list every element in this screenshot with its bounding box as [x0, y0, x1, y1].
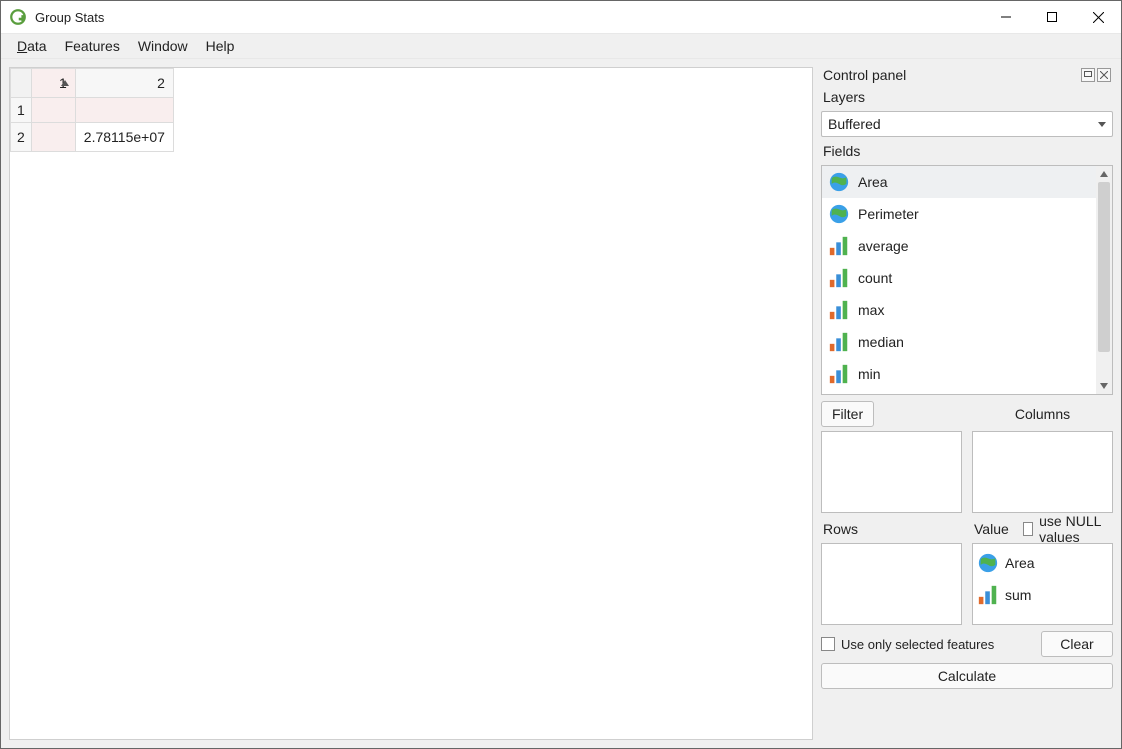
scroll-down-button[interactable]	[1096, 378, 1112, 394]
cell-2-1[interactable]	[31, 123, 75, 152]
menu-window[interactable]: Window	[130, 35, 196, 57]
panel-close-button[interactable]	[1097, 68, 1111, 82]
field-label: min	[858, 366, 881, 382]
window-frame: Group Stats Data Features Window Help 1 …	[0, 0, 1122, 749]
bar-chart-icon	[977, 584, 999, 606]
field-label: count	[858, 270, 892, 286]
filter-dropbox[interactable]	[821, 431, 962, 513]
cell-1-2[interactable]	[75, 98, 173, 123]
qgis-icon	[9, 8, 27, 26]
columns-dropbox[interactable]	[972, 431, 1113, 513]
row-header-2[interactable]: 2	[11, 123, 32, 152]
menu-data[interactable]: Data	[9, 35, 55, 57]
results-table-container: 1 2 1 2 2.78115e+07	[9, 67, 813, 740]
value-item-sum[interactable]: sum	[977, 580, 1108, 610]
value-label: Value	[972, 521, 1011, 537]
layers-label: Layers	[821, 89, 1113, 105]
filter-columns-row: Filter Columns	[821, 401, 1113, 513]
field-item-average[interactable]: average	[822, 230, 1096, 262]
fields-label: Fields	[821, 143, 1113, 159]
titlebar: Group Stats	[1, 1, 1121, 33]
field-item-area[interactable]: Area	[822, 166, 1096, 198]
rows-label: Rows	[821, 521, 860, 537]
close-button[interactable]	[1075, 2, 1121, 32]
globe-icon	[977, 552, 999, 574]
table-row: 2 2.78115e+07	[11, 123, 174, 152]
window-title: Group Stats	[35, 10, 104, 25]
panel-header: Control panel	[821, 67, 1113, 83]
menu-features[interactable]: Features	[57, 35, 128, 57]
results-table: 1 2 1 2 2.78115e+07	[10, 68, 174, 152]
use-null-label: use NULL values	[1039, 513, 1113, 545]
menu-help[interactable]: Help	[198, 35, 243, 57]
clear-button[interactable]: Clear	[1041, 631, 1113, 657]
row-header-1[interactable]: 1	[11, 98, 32, 123]
fields-listbox[interactable]: Area Perimeter average count	[821, 165, 1113, 395]
minimize-button[interactable]	[983, 2, 1029, 32]
use-null-checkbox[interactable]	[1023, 522, 1033, 536]
maximize-button[interactable]	[1029, 2, 1075, 32]
field-item-min[interactable]: min	[822, 358, 1096, 390]
column-header-2[interactable]: 2	[75, 69, 173, 98]
calculate-button[interactable]: Calculate	[821, 663, 1113, 689]
field-item-median[interactable]: median	[822, 326, 1096, 358]
rows-value-row: Rows Value use NULL values Area	[821, 519, 1113, 625]
scroll-thumb[interactable]	[1098, 182, 1110, 352]
bar-chart-icon	[828, 299, 850, 321]
field-label: median	[858, 334, 904, 350]
use-selected-checkbox[interactable]	[821, 637, 835, 651]
field-label: max	[858, 302, 884, 318]
layers-combo-value: Buffered	[828, 116, 1098, 132]
field-label: Area	[858, 174, 888, 190]
bar-chart-icon	[828, 363, 850, 385]
panel-title: Control panel	[823, 67, 906, 83]
chevron-down-icon	[1098, 122, 1106, 127]
value-dropbox[interactable]: Area sum	[972, 543, 1113, 625]
field-item-count[interactable]: count	[822, 262, 1096, 294]
rows-dropbox[interactable]	[821, 543, 962, 625]
table-corner[interactable]	[11, 69, 32, 98]
value-item-label: Area	[1005, 555, 1035, 571]
filter-button[interactable]: Filter	[821, 401, 874, 427]
globe-icon	[828, 203, 850, 225]
value-item-label: sum	[1005, 587, 1031, 603]
globe-icon	[828, 171, 850, 193]
column-header-1[interactable]: 1	[31, 69, 75, 98]
control-panel: Control panel Layers Buffered Fields	[821, 67, 1113, 740]
field-item-max[interactable]: max	[822, 294, 1096, 326]
field-item-perimeter[interactable]: Perimeter	[822, 198, 1096, 230]
layers-combo[interactable]: Buffered	[821, 111, 1113, 137]
field-label: Perimeter	[858, 206, 919, 222]
bar-chart-icon	[828, 331, 850, 353]
use-selected-label: Use only selected features	[841, 637, 994, 652]
body: 1 2 1 2 2.78115e+07 Control panel	[1, 59, 1121, 748]
bar-chart-icon	[828, 235, 850, 257]
bar-chart-icon	[828, 267, 850, 289]
menubar: Data Features Window Help	[1, 33, 1121, 59]
value-item-area[interactable]: Area	[977, 548, 1108, 578]
scroll-track[interactable]	[1096, 182, 1112, 378]
columns-label: Columns	[1013, 406, 1072, 422]
cell-1-1[interactable]	[31, 98, 75, 123]
panel-undock-button[interactable]	[1081, 68, 1095, 82]
scroll-up-button[interactable]	[1096, 166, 1112, 182]
table-row: 1	[11, 98, 174, 123]
fields-scrollbar[interactable]	[1096, 166, 1112, 394]
bottom-row: Use only selected features Clear	[821, 631, 1113, 657]
field-label: average	[858, 238, 909, 254]
cell-2-2[interactable]: 2.78115e+07	[75, 123, 173, 152]
